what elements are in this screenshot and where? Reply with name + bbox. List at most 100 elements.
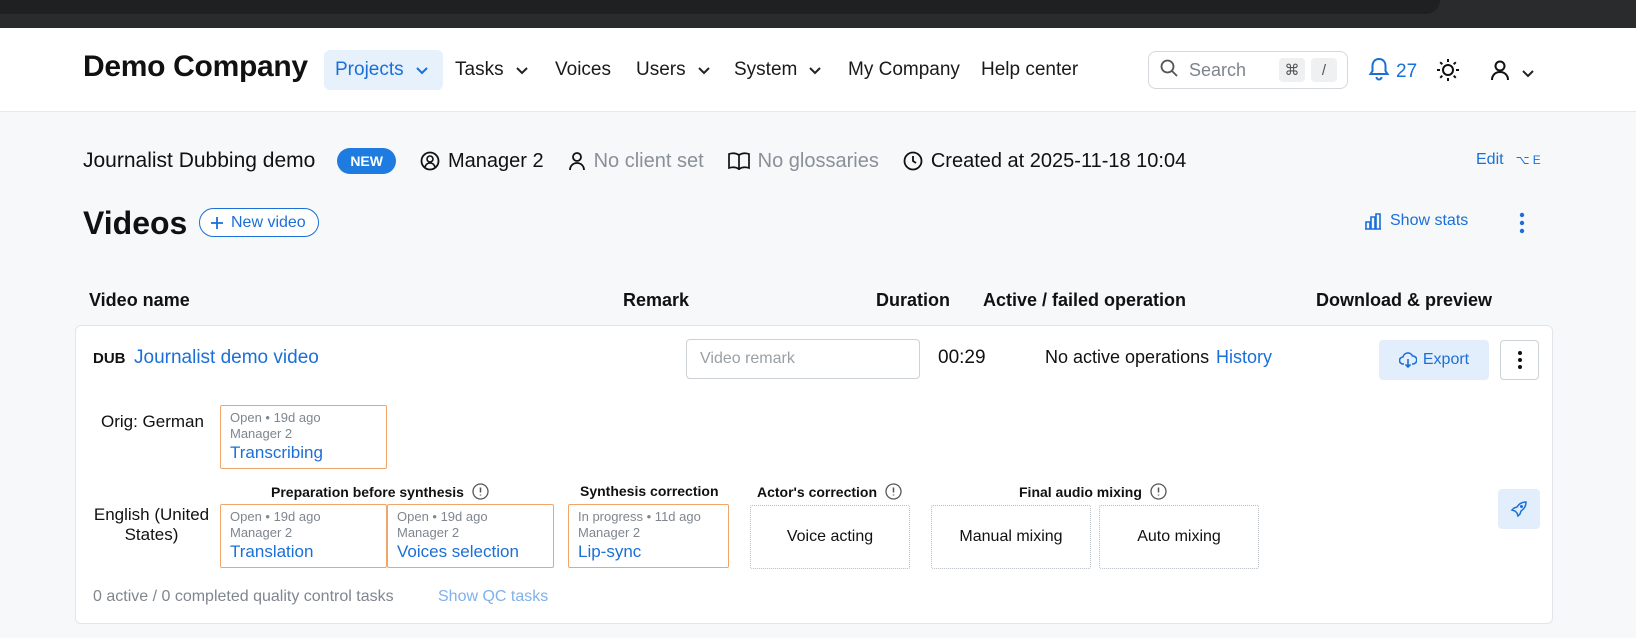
plus-icon [211, 216, 223, 229]
client-value: No client set [593, 149, 704, 172]
task-name: Voices selection [397, 542, 519, 561]
stage-actor: Actor's correction [757, 483, 902, 500]
nav-system[interactable]: System [723, 50, 836, 90]
task-status: Open • 19d ago [397, 509, 488, 524]
new-video-button[interactable]: New video [199, 208, 319, 237]
target-language-label: English (United States) [93, 505, 210, 544]
top-navbar: Demo Company Projects Tasks Voices Users… [0, 28, 1636, 112]
notifications-count: 27 [1396, 61, 1418, 82]
video-name-link[interactable]: Journalist demo video [134, 347, 319, 369]
more-options-icon[interactable] [1512, 211, 1532, 240]
orig-language-label: Orig: German [101, 412, 204, 431]
column-header-duration: Duration [876, 290, 950, 310]
search-input[interactable]: Search ⌘ / [1148, 51, 1348, 89]
show-stats-label: Show stats [1390, 212, 1469, 229]
export-label: Export [1422, 351, 1470, 368]
chevron-down-icon [694, 60, 714, 80]
stage-preparation: Preparation before synthesis [271, 483, 489, 500]
project-created: Created at 2025-11-18 10:04 [903, 150, 1186, 173]
project-name: Journalist Dubbing demo [83, 149, 316, 172]
task-name: Lip-sync [578, 542, 642, 561]
nav-projects[interactable]: Projects [324, 50, 443, 90]
video-duration: 00:29 [938, 347, 986, 368]
notifications-button[interactable]: 27 [1368, 57, 1417, 87]
bar-chart-icon [1365, 212, 1381, 230]
task-card-voices-selection[interactable]: Open • 19d ago Manager 2 Voices selectio… [387, 504, 554, 568]
search-icon [1159, 58, 1179, 83]
chevron-down-icon [412, 60, 432, 80]
clock-icon [903, 151, 923, 171]
info-icon[interactable] [885, 483, 902, 500]
info-icon[interactable] [1150, 483, 1167, 500]
browser-top-strip [0, 0, 1636, 28]
stage-label: Synthesis correction [580, 483, 719, 499]
task-status: Open • 19d ago [230, 410, 321, 425]
book-icon [727, 152, 750, 170]
glossaries-value: No glossaries [757, 149, 879, 172]
show-stats-button[interactable]: Show stats [1364, 212, 1468, 230]
edit-project-button[interactable]: Edit ⌥ E [1476, 151, 1541, 169]
column-header-video-name: Video name [89, 290, 190, 310]
task-manager: Manager 2 [230, 426, 293, 441]
column-header-operations: Active / failed operation [983, 290, 1187, 310]
video-remark-input[interactable]: Video remark [686, 339, 920, 379]
history-link[interactable]: History [1216, 347, 1272, 368]
brand-name[interactable]: Demo Company [83, 50, 308, 84]
pending-voice-acting[interactable]: Voice acting [750, 505, 910, 569]
new-video-label: New video [231, 213, 306, 231]
stage-final-mixing: Final audio mixing [1019, 483, 1167, 500]
manager-name: Manager 2 [447, 149, 544, 172]
chevron-down-icon [512, 60, 532, 80]
row-more-options-icon[interactable] [1500, 340, 1539, 380]
chevron-down-icon [805, 60, 825, 80]
user-menu[interactable] [1488, 58, 1538, 87]
task-name: Translation [230, 542, 314, 561]
info-icon[interactable] [472, 483, 489, 500]
task-status: In progress • 11d ago [578, 509, 701, 524]
nav-label: Voices [555, 59, 611, 80]
nav-label: Projects [335, 59, 404, 80]
export-button[interactable]: Export [1379, 340, 1489, 380]
stage-label: Final audio mixing [1019, 483, 1142, 500]
browser-tab [0, 0, 1440, 14]
task-card-lip-sync[interactable]: In progress • 11d ago Manager 2 Lip-sync [568, 504, 729, 568]
project-manager: Manager 2 [420, 150, 544, 173]
manager-icon [420, 151, 440, 171]
project-glossaries: No glossaries [727, 149, 879, 173]
rocket-launch-button[interactable] [1498, 489, 1540, 529]
task-card-transcribing[interactable]: Open • 19d ago Manager 2 Transcribing [220, 405, 387, 469]
pending-auto-mixing[interactable]: Auto mixing [1099, 505, 1259, 569]
rocket-icon [1510, 501, 1527, 518]
task-manager: Manager 2 [397, 525, 460, 540]
nav-tasks[interactable]: Tasks [444, 50, 543, 90]
created-value: Created at 2025-11-18 10:04 [930, 149, 1187, 172]
theme-toggle-sun-icon[interactable] [1436, 58, 1460, 87]
stage-synthesis: Synthesis correction [580, 483, 719, 499]
task-card-translation[interactable]: Open • 19d ago Manager 2 Translation [220, 504, 387, 568]
nav-label: System [734, 59, 798, 80]
show-qc-tasks-link[interactable]: Show QC tasks [438, 588, 548, 606]
shortcut-cmd: ⌘ [1279, 58, 1305, 82]
edit-shortcut: ⌥ E [1515, 153, 1541, 167]
nav-label: Help center [981, 59, 1079, 80]
remark-placeholder: Video remark [700, 350, 795, 367]
pending-manual-mixing[interactable]: Manual mixing [931, 505, 1091, 569]
stage-label: Preparation before synthesis [271, 483, 464, 500]
nav-my-company[interactable]: My Company [837, 50, 971, 90]
nav-voices[interactable]: Voices [544, 50, 622, 90]
edit-label: Edit [1476, 151, 1504, 168]
column-header-download: Download & preview [1316, 290, 1493, 310]
videos-heading: Videos [83, 205, 188, 241]
search-placeholder: Search [1189, 59, 1247, 80]
nav-users[interactable]: Users [625, 50, 725, 90]
task-manager: Manager 2 [230, 525, 293, 540]
chevron-down-icon [1518, 63, 1538, 83]
cloud-download-icon [1398, 352, 1417, 368]
video-type-tag: DUB [93, 350, 126, 367]
status-badge: NEW [337, 148, 396, 174]
stage-label: Actor's correction [757, 483, 878, 500]
project-client: No client set [568, 150, 704, 173]
task-status: Open • 19d ago [230, 509, 321, 524]
nav-help-center[interactable]: Help center [970, 50, 1089, 90]
operations-status: No active operations [1045, 347, 1210, 367]
